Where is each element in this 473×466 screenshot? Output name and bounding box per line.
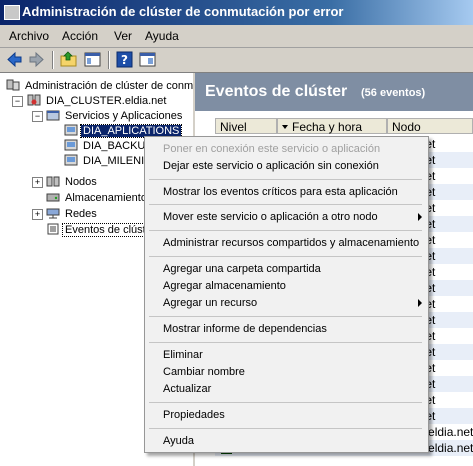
expand-nodos-toggle[interactable]: + (32, 177, 43, 188)
menu-separator (149, 342, 422, 343)
menu-item-mover-a-otro-nodo[interactable]: Mover este servicio o aplicación a otro … (163, 211, 378, 223)
menu-ver[interactable]: Ver (114, 29, 132, 43)
menu-item-ayuda[interactable]: Ayuda (163, 435, 194, 447)
title-bar: Administración de clúster de conmutación… (0, 0, 473, 25)
expand-cluster-toggle[interactable]: − (12, 96, 23, 107)
application-icon (64, 124, 78, 136)
menu-item-agregar-recurso[interactable]: Agregar un recurso (163, 297, 257, 309)
menu-separator (149, 316, 422, 317)
properties-icon[interactable] (139, 51, 156, 68)
tree-services-applications[interactable]: Servicios y Aplicaciones (46, 109, 184, 123)
submenu-arrow-icon (418, 299, 422, 307)
application-icon (64, 139, 78, 151)
pane-title: Eventos de clúster (205, 83, 348, 100)
tree-app-dia-backup[interactable]: DIA_BACKUP (64, 139, 155, 153)
tree-redes[interactable]: Redes (46, 207, 99, 221)
menu-separator (149, 204, 422, 205)
tree-almacenamiento[interactable]: Almacenamiento (46, 191, 149, 205)
toolbar-separator (108, 51, 110, 69)
nodes-icon (46, 176, 60, 187)
help-icon[interactable]: ? (116, 51, 133, 68)
menu-separator (149, 256, 422, 257)
window-title: Administración de clúster de conmutación… (22, 4, 344, 19)
cluster-icon (27, 94, 41, 106)
event-count: (56 eventos) (361, 87, 426, 99)
tree-eventos-cluster[interactable]: Eventos de clúster (46, 223, 159, 237)
event-log-icon (47, 223, 59, 235)
context-menu: Poner en conexión este servicio o aplica… (144, 136, 429, 453)
forward-icon[interactable] (28, 51, 45, 68)
show-hide-tree-icon[interactable] (84, 51, 101, 68)
storage-icon (46, 193, 60, 202)
menu-item-informe-dependencias[interactable]: Mostrar informe de dependencias (163, 323, 327, 335)
submenu-arrow-icon (418, 213, 422, 221)
application-icon (64, 154, 78, 166)
tree-nodos[interactable]: Nodos (46, 175, 99, 189)
menu-item-agregar-almacenamiento[interactable]: Agregar almacenamiento (163, 280, 286, 292)
tree-root[interactable]: Administración de clúster de conmutación (6, 79, 193, 93)
menu-archivo[interactable]: Archivo (9, 29, 49, 43)
column-nivel[interactable]: Nivel (215, 118, 277, 134)
menu-separator (149, 230, 422, 231)
menu-item-eliminar[interactable]: Eliminar (163, 349, 203, 361)
app-icon (4, 5, 20, 20)
menu-separator (149, 179, 422, 180)
up-folder-icon[interactable] (60, 51, 77, 68)
services-folder-icon (46, 110, 60, 121)
menu-item-agregar-carpeta[interactable]: Agregar una carpeta compartida (163, 263, 321, 275)
svg-text:?: ? (121, 53, 128, 67)
failover-cluster-icon (6, 79, 20, 91)
menu-accion[interactable]: Acción (62, 29, 98, 43)
menu-item-administrar-recursos[interactable]: Administrar recursos compartidos y almac… (163, 237, 419, 249)
menu-ayuda[interactable]: Ayuda (145, 29, 179, 43)
menu-bar: Archivo Acción Ver Ayuda (0, 25, 473, 48)
menu-item-cambiar-nombre[interactable]: Cambiar nombre (163, 366, 245, 378)
toolbar-separator (52, 51, 54, 69)
toolbar: ? (0, 48, 473, 73)
expand-services-toggle[interactable]: − (32, 111, 43, 122)
menu-separator (149, 402, 422, 403)
column-nodo[interactable]: Nodo (387, 118, 473, 134)
expand-redes-toggle[interactable]: + (32, 209, 43, 220)
menu-item-propiedades[interactable]: Propiedades (163, 409, 225, 421)
menu-item-mostrar-eventos-criticos[interactable]: Mostrar los eventos críticos para esta a… (163, 186, 398, 198)
menu-separator (149, 428, 422, 429)
pane-header: Eventos de clúster (56 eventos) (195, 73, 473, 111)
back-icon[interactable] (6, 51, 23, 68)
network-icon (46, 208, 60, 219)
column-headers: Nivel Fecha y hora Nodo (215, 118, 473, 135)
menu-item-actualizar[interactable]: Actualizar (163, 383, 211, 395)
menu-item-poner-en-conexion: Poner en conexión este servicio o aplica… (163, 143, 381, 155)
menu-item-dejar-sin-conexion[interactable]: Dejar este servicio o aplicación sin con… (163, 160, 379, 172)
sort-descending-icon (282, 125, 288, 129)
tree-cluster[interactable]: DIA_CLUSTER.eldia.net (27, 94, 168, 108)
column-fecha-hora[interactable]: Fecha y hora (277, 118, 387, 134)
